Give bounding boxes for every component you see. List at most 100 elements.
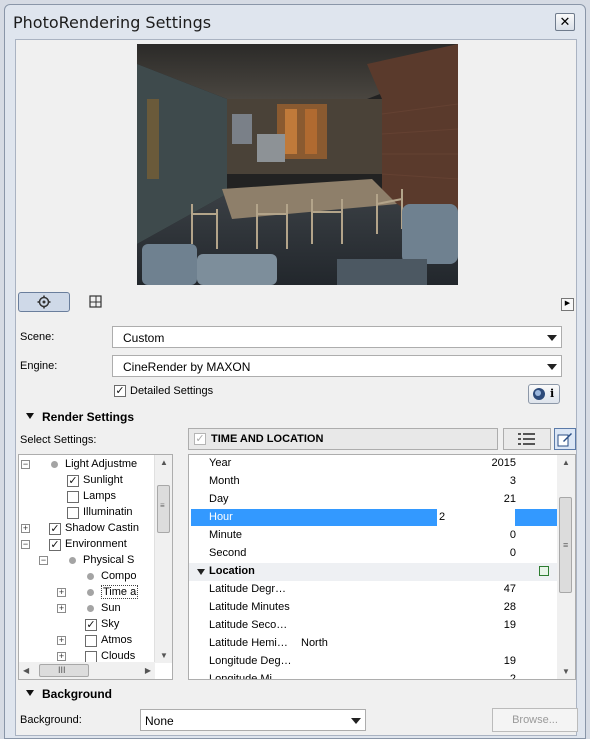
tree-item[interactable]: +Compo: [19, 569, 155, 585]
browse-button[interactable]: Browse...: [492, 708, 578, 732]
tree-item[interactable]: +✓Sunlight: [19, 473, 155, 489]
tree-expander-icon[interactable]: +: [21, 524, 30, 533]
tree-item[interactable]: − Physical S: [19, 553, 155, 569]
param-value[interactable]: 47: [504, 583, 516, 595]
tree-item[interactable]: + Atmos: [19, 633, 155, 649]
chevron-down-icon: [547, 335, 557, 341]
tree-item-checkbox[interactable]: ✓: [49, 523, 61, 535]
tree-expander-icon[interactable]: +: [57, 588, 66, 597]
selection-highlight: [515, 509, 557, 526]
tree-item-checkbox[interactable]: [85, 635, 97, 647]
tree-item-checkbox[interactable]: [67, 491, 79, 503]
tree-expander-icon[interactable]: −: [39, 556, 48, 565]
tree-node-dot-icon: [87, 589, 94, 596]
panel-enable-checkbox[interactable]: ✓: [194, 433, 206, 445]
param-row[interactable]: Longitude Mi… 2: [189, 671, 558, 680]
settings-tree[interactable]: −Light Adjustme + ✓ Sunlight +Lamps+Illumina…: [18, 454, 173, 680]
tree-item[interactable]: + Time a: [19, 585, 155, 601]
param-name: Longitude Mi…: [209, 673, 283, 680]
param-value[interactable]: 2015: [492, 457, 516, 469]
param-value[interactable]: 0: [510, 547, 516, 559]
close-button[interactable]: ✕: [555, 13, 575, 31]
tree-item[interactable]: +Illuminatin: [19, 505, 155, 521]
param-value[interactable]: 0: [510, 529, 516, 541]
tree-expander-icon[interactable]: +: [57, 652, 66, 661]
background-dropdown[interactable]: None: [140, 709, 366, 731]
tree-expander-icon[interactable]: +: [57, 604, 66, 613]
param-row[interactable]: Latitude Hemi… North: [189, 635, 558, 653]
tree-item-checkbox[interactable]: ✓: [85, 619, 97, 631]
scroll-down-arrow-icon[interactable]: ▼: [160, 651, 168, 660]
scroll-up-arrow-icon[interactable]: ▲: [562, 458, 570, 467]
param-name: Minute: [209, 529, 243, 541]
param-value[interactable]: 21: [504, 493, 516, 505]
engine-label: Engine:: [20, 360, 58, 372]
detailed-settings-checkbox[interactable]: ✓: [114, 385, 126, 397]
window-title: PhotoRendering Settings: [13, 13, 212, 32]
background-header[interactable]: Background: [16, 685, 576, 703]
param-row[interactable]: Hour 2: [189, 509, 558, 527]
engine-dropdown[interactable]: CineRender by MAXON: [112, 355, 562, 377]
tree-expander-icon[interactable]: −: [21, 460, 30, 469]
param-row[interactable]: Latitude Minutes 28: [189, 599, 558, 617]
tree-vertical-scrollbar[interactable]: ▲ ≡ ▼: [154, 455, 172, 663]
param-name: Location: [209, 565, 255, 577]
size-view-button[interactable]: [88, 294, 104, 310]
tree-item-label: Sunlight: [83, 474, 123, 486]
render-settings-header[interactable]: Render Settings: [16, 408, 576, 426]
params-vertical-scrollbar[interactable]: ▲ ≡ ▼: [557, 455, 575, 679]
tree-item-checkbox[interactable]: [67, 507, 79, 519]
expand-right-button[interactable]: ▶: [561, 298, 574, 311]
add-location-icon[interactable]: [539, 566, 549, 576]
tree-expander-icon[interactable]: −: [21, 540, 30, 549]
tree-item[interactable]: + ✓ Shadow Castin: [19, 521, 155, 537]
tree-horizontal-scrollbar[interactable]: ◀ III ▶: [19, 662, 155, 679]
param-row[interactable]: Second 0: [189, 545, 558, 563]
param-row[interactable]: Minute 0: [189, 527, 558, 545]
scroll-right-arrow-icon[interactable]: ▶: [145, 666, 151, 675]
param-group-row[interactable]: Location: [189, 563, 558, 581]
parameters-list[interactable]: Year 2015 Month 3 Day 21 Hour 2 Minute 0 Second 0 Lo…: [188, 454, 576, 680]
tree-node-dot-icon: [69, 557, 76, 564]
scroll-thumb[interactable]: ≡: [559, 497, 572, 593]
param-name: Hour: [209, 511, 233, 523]
param-name: Month: [209, 475, 240, 487]
param-value[interactable]: 28: [504, 601, 516, 613]
param-value[interactable]: 19: [504, 655, 516, 667]
chevron-down-icon: [351, 718, 361, 724]
select-settings-label: Select Settings:: [20, 434, 97, 446]
settings-view-button[interactable]: [18, 292, 70, 312]
title-bar[interactable]: PhotoRendering Settings ✕: [5, 5, 585, 39]
param-row[interactable]: Day 21: [189, 491, 558, 509]
tree-item[interactable]: +✓Sky: [19, 617, 155, 633]
param-value[interactable]: North: [301, 637, 328, 649]
scroll-thumb[interactable]: III: [39, 664, 89, 677]
param-value[interactable]: 19: [504, 619, 516, 631]
tree-item[interactable]: − Light Adjustme: [19, 457, 155, 473]
tree-item[interactable]: + Sun: [19, 601, 155, 617]
list-view-button[interactable]: [503, 428, 551, 450]
scroll-down-arrow-icon[interactable]: ▼: [562, 667, 570, 676]
param-value[interactable]: 2: [439, 511, 445, 523]
render-preview-image: [137, 44, 458, 285]
param-value[interactable]: 3: [510, 475, 516, 487]
param-row[interactable]: Year 2015: [189, 455, 558, 473]
param-row[interactable]: Month 3: [189, 473, 558, 491]
scroll-left-arrow-icon[interactable]: ◀: [23, 666, 29, 675]
render-info-button[interactable]: i: [528, 384, 560, 404]
scroll-thumb[interactable]: ≡: [157, 485, 170, 533]
param-row[interactable]: Latitude Seco… 19: [189, 617, 558, 635]
scroll-up-arrow-icon[interactable]: ▲: [160, 458, 168, 467]
tree-expander-icon[interactable]: +: [57, 636, 66, 645]
tree-item[interactable]: − ✓ Environment: [19, 537, 155, 553]
tree-item[interactable]: +Lamps: [19, 489, 155, 505]
param-value[interactable]: 2: [510, 673, 516, 679]
settings-panel-header: ✓ TIME AND LOCATION: [188, 428, 498, 450]
tree-item-checkbox[interactable]: ✓: [49, 539, 61, 551]
scene-dropdown[interactable]: Custom: [112, 326, 562, 348]
param-row[interactable]: Longitude Deg… 19: [189, 653, 558, 671]
tree-item-checkbox[interactable]: ✓: [67, 475, 79, 487]
edit-settings-button[interactable]: [554, 428, 576, 450]
tree-item-label: Time a: [101, 585, 139, 599]
param-row[interactable]: Latitude Degr… 47: [189, 581, 558, 599]
